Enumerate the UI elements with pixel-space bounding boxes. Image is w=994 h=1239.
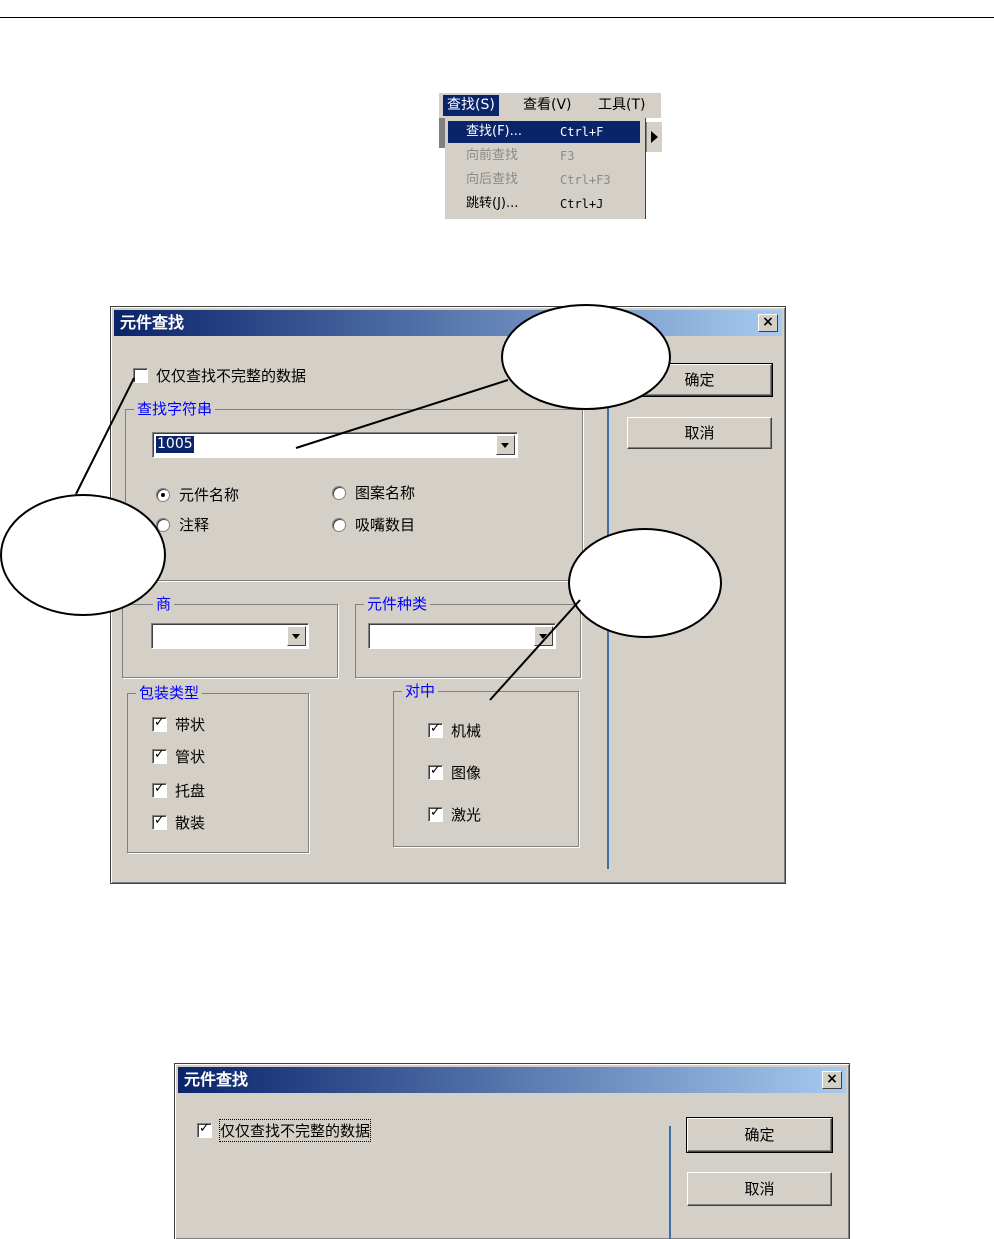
ok-button[interactable]: 确定	[626, 363, 773, 397]
component-type-group: 元件种类	[355, 595, 581, 678]
incomplete-only-checkbox[interactable]: 仅仅查找不完整的数据	[133, 365, 306, 386]
maker-combo[interactable]	[151, 623, 309, 649]
menu-bar: 查找(S) 查看(V) 工具(T)	[439, 93, 661, 118]
menu-item-jump[interactable]: 跳转(J)... Ctrl+J	[448, 193, 640, 215]
incomplete-only-label: 仅仅查找不完整的数据	[218, 1119, 372, 1142]
search-dropdown: 查找(F)... Ctrl+F 向前查找 F3 向后查找 Ctrl+F3 跳转(…	[445, 118, 646, 219]
checkbox-box[interactable]	[428, 721, 443, 738]
centering-image-checkbox[interactable]: 图像	[428, 762, 481, 783]
chevron-down-icon[interactable]	[534, 626, 553, 646]
close-button[interactable]: ×	[758, 314, 778, 332]
package-tape-checkbox[interactable]: 带状	[152, 714, 205, 735]
search-string-value[interactable]: 1005	[156, 436, 194, 453]
menu-item-find[interactable]: 查找(F)... Ctrl+F	[448, 121, 640, 143]
centering-mechanical-checkbox[interactable]: 机械	[428, 720, 481, 741]
incomplete-only-label: 仅仅查找不完整的数据	[156, 367, 307, 385]
package-bulk-checkbox[interactable]: 散装	[152, 812, 205, 833]
maker-group: 商	[122, 595, 338, 678]
component-type-legend: 元件种类	[364, 595, 431, 613]
checkbox-box[interactable]	[197, 1121, 212, 1138]
dialog-title: 元件查找	[184, 1070, 249, 1089]
checkbox-box[interactable]	[428, 805, 443, 822]
menu-search[interactable]: 查找(S)	[443, 95, 499, 116]
radio-component-name[interactable]: 元件名称	[156, 484, 239, 505]
component-search-dialog-compact: 元件查找 × 仅仅查找不完整的数据 确定 取消	[174, 1063, 850, 1239]
dialog-titlebar: 元件查找 ×	[114, 310, 782, 336]
close-button[interactable]: ×	[822, 1071, 842, 1089]
dialog-separator	[607, 399, 609, 869]
menu-tools[interactable]: 工具(T)	[594, 95, 649, 116]
radio-button[interactable]	[156, 517, 170, 532]
component-search-dialog: 元件查找 × 仅仅查找不完整的数据 确定 取消 查找字符串 1005 元件名称 …	[110, 306, 786, 884]
dialog-title: 元件查找	[120, 313, 185, 332]
checkbox-box[interactable]	[152, 747, 167, 764]
radio-pattern-name[interactable]: 图案名称	[332, 482, 415, 503]
search-string-legend: 查找字符串	[134, 400, 216, 418]
checkbox-box[interactable]	[428, 763, 443, 780]
package-tray-checkbox[interactable]: 托盘	[152, 780, 205, 801]
page-top-rule	[0, 17, 994, 18]
component-type-combo[interactable]	[368, 623, 556, 649]
checkbox-box[interactable]	[152, 781, 167, 798]
menu-view[interactable]: 查看(V)	[519, 95, 576, 116]
radio-button[interactable]	[156, 487, 170, 502]
ok-button[interactable]: 确定	[686, 1117, 833, 1153]
radio-nozzle-count[interactable]: 吸嘴数目	[332, 514, 415, 535]
cancel-button[interactable]: 取消	[687, 1172, 832, 1206]
radio-comment[interactable]: 注释	[156, 514, 209, 535]
package-type-legend: 包装类型	[136, 684, 203, 702]
checkbox-box[interactable]	[133, 368, 148, 383]
radio-button[interactable]	[332, 517, 346, 532]
maker-legend: 商	[153, 595, 175, 613]
search-string-combo[interactable]: 1005	[152, 432, 518, 458]
checkbox-box[interactable]	[152, 715, 167, 732]
chevron-down-icon[interactable]	[287, 626, 306, 646]
chevron-down-icon[interactable]	[496, 435, 515, 455]
search-menu-screenshot: 查找(S) 查看(V) 工具(T) 查找(F)... Ctrl+F 向前查找 F…	[439, 93, 662, 219]
cancel-button[interactable]: 取消	[627, 417, 772, 449]
checkbox-box[interactable]	[152, 813, 167, 830]
dialog-titlebar: 元件查找 ×	[178, 1067, 846, 1093]
centering-legend: 对中	[402, 682, 439, 700]
centering-laser-checkbox[interactable]: 激光	[428, 804, 481, 825]
radio-button[interactable]	[332, 485, 346, 500]
menu-item-find-next[interactable]: 向后查找 Ctrl+F3	[448, 169, 640, 191]
package-tube-checkbox[interactable]: 管状	[152, 746, 205, 767]
package-type-group: 包装类型 带状 管状 托盘 散装	[127, 684, 309, 853]
incomplete-only-checkbox[interactable]: 仅仅查找不完整的数据	[197, 1119, 372, 1142]
menu-item-find-previous[interactable]: 向前查找 F3	[448, 145, 640, 167]
dialog-separator	[669, 1126, 671, 1239]
centering-group: 对中 机械 图像 激光	[393, 682, 579, 847]
toolbar-arrow-icon	[646, 122, 662, 152]
search-string-group: 查找字符串 1005 元件名称 图案名称 注释 吸嘴数目	[125, 400, 583, 581]
